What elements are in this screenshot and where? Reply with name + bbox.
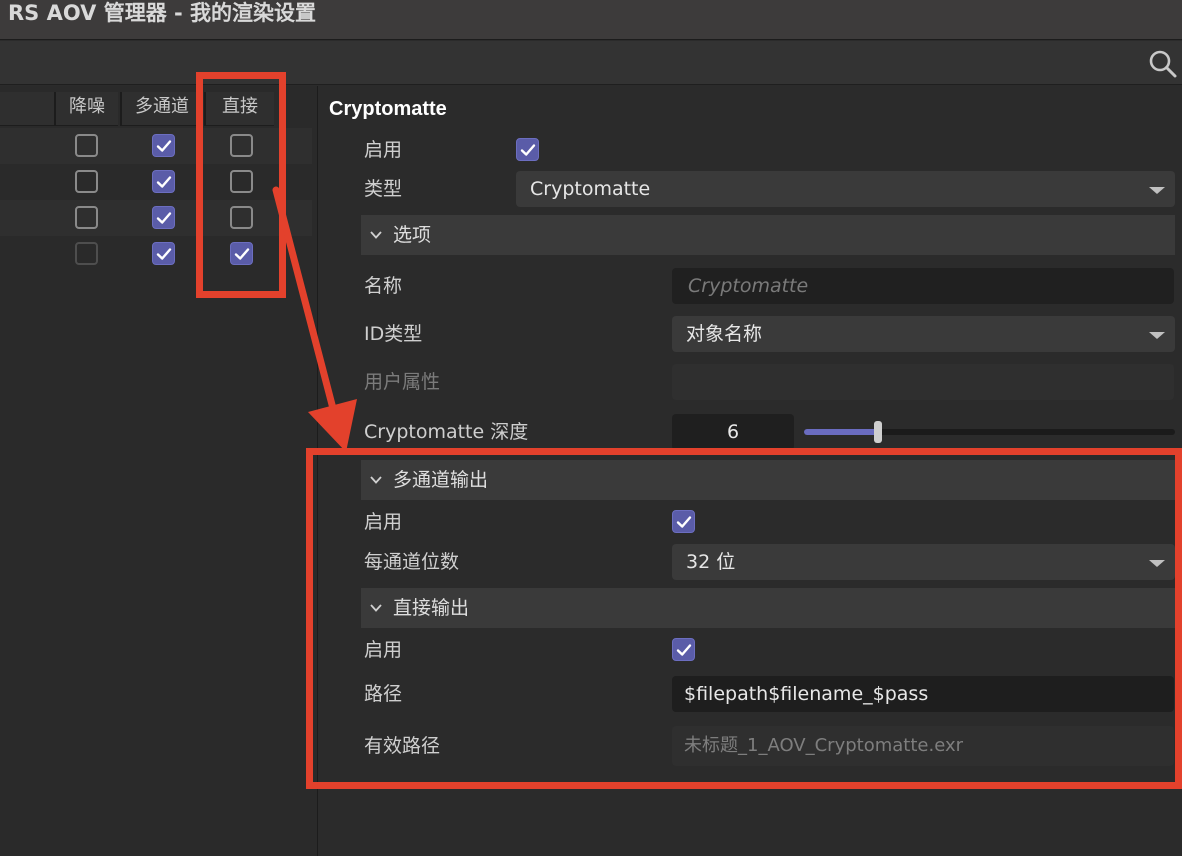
multipass-enable-checkbox[interactable] <box>672 510 695 533</box>
user-attribute-input <box>672 364 1174 400</box>
multipass-checkbox[interactable] <box>152 134 175 157</box>
id-type-dropdown[interactable]: 对象名称 <box>672 316 1175 352</box>
denoise-checkbox[interactable] <box>75 134 98 157</box>
multipass-enable-label: 启用 <box>364 511 403 533</box>
column-header-denoise[interactable]: 降噪 <box>54 92 118 126</box>
path-label: 路径 <box>364 683 403 705</box>
type-dropdown[interactable]: Cryptomatte <box>516 171 1175 207</box>
column-header-blank <box>0 92 54 126</box>
type-label: 类型 <box>364 178 403 200</box>
multipass-checkbox[interactable] <box>152 170 175 193</box>
search-icon[interactable] <box>1148 49 1178 79</box>
options-section-header[interactable]: 选项 <box>361 215 1175 255</box>
direct-checkbox[interactable] <box>230 206 253 229</box>
direct-enable-label: 启用 <box>364 639 403 661</box>
column-header-multipass[interactable]: 多通道 <box>120 92 202 126</box>
chevron-down-icon <box>1149 187 1165 194</box>
table-row[interactable] <box>0 236 312 272</box>
depth-input[interactable]: 6 <box>672 414 794 450</box>
id-type-dropdown-value: 对象名称 <box>686 323 763 345</box>
depth-slider-fill <box>804 429 879 435</box>
direct-checkbox[interactable] <box>230 170 253 193</box>
panel-heading: Cryptomatte <box>329 98 447 120</box>
direct-checkbox[interactable] <box>230 134 253 157</box>
bits-per-channel-dropdown[interactable]: 32 位 <box>672 544 1175 580</box>
table-row[interactable] <box>0 128 312 164</box>
depth-slider-handle[interactable] <box>874 421 883 443</box>
type-dropdown-value: Cryptomatte <box>530 178 651 200</box>
name-label: 名称 <box>364 275 403 297</box>
attributes-pane: Cryptomatte 启用 类型 Cryptomatte 选项 名称 Cryp… <box>319 86 1182 856</box>
depth-slider[interactable] <box>804 421 1175 443</box>
depth-label: Cryptomatte 深度 <box>364 421 529 443</box>
options-section-label: 选项 <box>393 224 432 246</box>
multipass-checkbox[interactable] <box>152 206 175 229</box>
title-bar: RS AOV 管理器 - 我的渲染设置 <box>0 0 1182 40</box>
effective-path-value: 未标题_1_AOV_Cryptomatte.exr <box>672 726 1174 766</box>
denoise-checkbox-disabled <box>75 242 98 265</box>
enable-checkbox[interactable] <box>516 138 539 161</box>
id-type-label: ID类型 <box>364 323 423 345</box>
chevron-down-icon <box>1149 332 1165 339</box>
toolbar <box>0 41 1182 85</box>
table-row[interactable] <box>0 164 312 200</box>
enable-label: 启用 <box>364 139 403 161</box>
multipass-checkbox[interactable] <box>152 242 175 265</box>
direct-enable-checkbox[interactable] <box>672 638 695 661</box>
name-input[interactable]: Cryptomatte <box>672 268 1174 304</box>
chevron-down-icon <box>370 476 382 484</box>
effective-path-label: 有效路径 <box>364 735 441 757</box>
direct-section-label: 直接输出 <box>393 597 470 619</box>
bits-per-channel-label: 每通道位数 <box>364 551 460 573</box>
window-title: RS AOV 管理器 - 我的渲染设置 <box>8 1 317 25</box>
direct-section-header[interactable]: 直接输出 <box>361 588 1175 628</box>
chevron-down-icon <box>370 604 382 612</box>
aov-list-pane: 降噪 多通道 直接 <box>0 86 318 856</box>
denoise-checkbox[interactable] <box>75 206 98 229</box>
direct-checkbox[interactable] <box>230 242 253 265</box>
chevron-down-icon <box>370 231 382 239</box>
denoise-checkbox[interactable] <box>75 170 98 193</box>
multipass-section-header[interactable]: 多通道输出 <box>361 460 1175 500</box>
bits-per-channel-value: 32 位 <box>686 551 736 573</box>
column-header-direct[interactable]: 直接 <box>204 92 274 126</box>
user-attribute-label: 用户属性 <box>364 371 441 393</box>
table-row[interactable] <box>0 200 312 236</box>
path-input[interactable]: $filepath$filename_$pass <box>672 676 1174 712</box>
multipass-section-label: 多通道输出 <box>393 469 489 491</box>
chevron-down-icon <box>1149 560 1165 567</box>
